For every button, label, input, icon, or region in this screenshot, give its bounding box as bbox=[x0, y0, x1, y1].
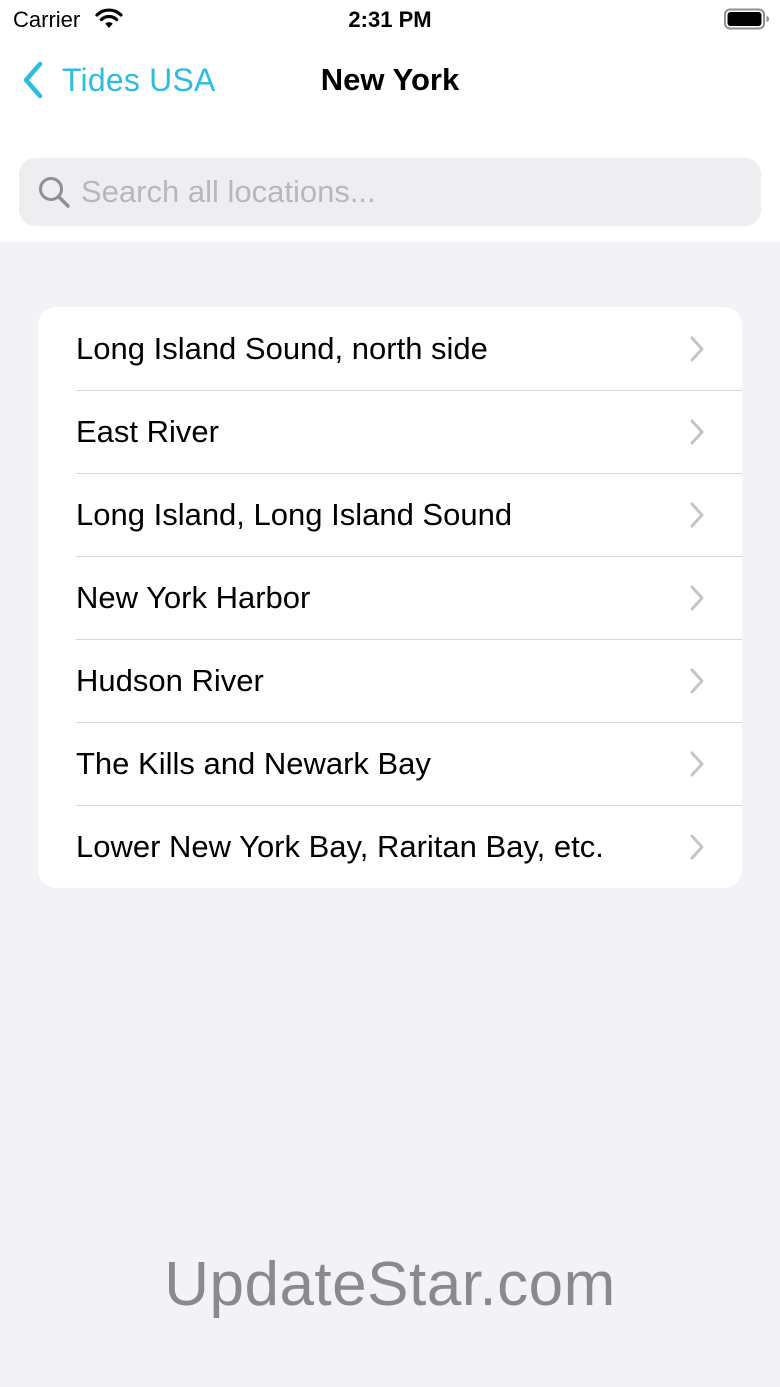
status-time: 2:31 PM bbox=[348, 7, 432, 32]
list-item-label: Long Island, Long Island Sound bbox=[76, 496, 513, 532]
watermark: UpdateStar.com bbox=[164, 1250, 616, 1319]
list-item-long-island-sound-north-side[interactable]: Long Island Sound, north side bbox=[38, 307, 742, 390]
status-bar: Carrier 2:31 PM bbox=[0, 0, 780, 40]
list-item-label: East River bbox=[76, 413, 219, 449]
battery-full-icon bbox=[724, 8, 769, 30]
list-item-label: Long Island Sound, north side bbox=[76, 330, 488, 366]
chevron-right-icon bbox=[690, 585, 704, 610]
search-field[interactable] bbox=[19, 158, 761, 226]
chevron-right-icon bbox=[690, 834, 704, 859]
locations-list: Long Island Sound, north side East River… bbox=[38, 307, 742, 888]
list-item-east-river[interactable]: East River bbox=[38, 390, 742, 473]
page-title: New York bbox=[320, 62, 460, 97]
list-item-label: The Kills and Newark Bay bbox=[76, 745, 431, 781]
chevron-right-icon bbox=[690, 419, 704, 444]
list-item-label: Hudson River bbox=[76, 662, 264, 698]
header-area: Carrier 2:31 PM Tides USA New York bbox=[0, 0, 780, 242]
chevron-right-icon bbox=[690, 751, 704, 776]
list-item-label: New York Harbor bbox=[76, 579, 311, 615]
chevron-right-icon bbox=[690, 336, 704, 361]
navigation-bar: Tides USA New York bbox=[0, 44, 780, 116]
list-item-the-kills-and-newark-bay[interactable]: The Kills and Newark Bay bbox=[38, 722, 742, 805]
list-item-hudson-river[interactable]: Hudson River bbox=[38, 639, 742, 722]
search-icon bbox=[39, 177, 70, 208]
list-item-long-island-long-island-sound[interactable]: Long Island, Long Island Sound bbox=[38, 473, 742, 556]
chevron-right-icon bbox=[690, 668, 704, 693]
list-item-lower-new-york-bay[interactable]: Lower New York Bay, Raritan Bay, etc. bbox=[38, 805, 742, 888]
list-item-new-york-harbor[interactable]: New York Harbor bbox=[38, 556, 742, 639]
search-input[interactable] bbox=[81, 174, 721, 210]
list-item-label: Lower New York Bay, Raritan Bay, etc. bbox=[76, 828, 604, 864]
chevron-right-icon bbox=[690, 502, 704, 527]
